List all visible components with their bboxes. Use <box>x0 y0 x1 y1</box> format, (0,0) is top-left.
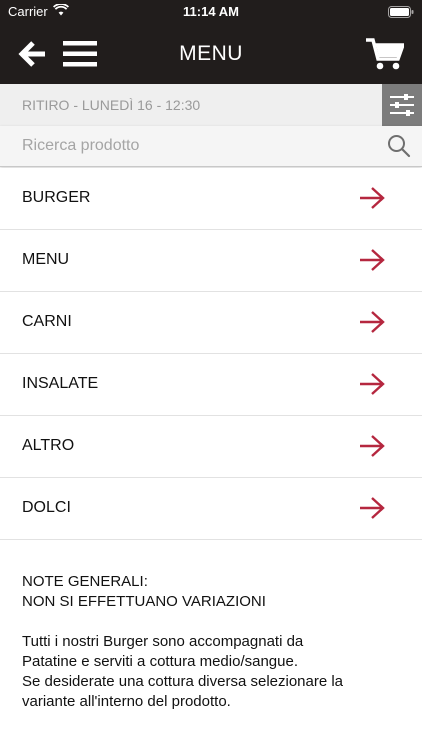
battery-icon <box>388 6 414 21</box>
category-label: BURGER <box>22 189 91 206</box>
arrow-right-icon <box>358 309 386 340</box>
nav-bar: MENU <box>0 24 422 84</box>
general-notes: NOTE GENERALI: NON SI EFFETTUANO VARIAZI… <box>22 572 402 712</box>
pickup-time-label: RITIRO - LUNEDÌ 16 - 12:30 <box>22 97 201 113</box>
arrow-right-icon <box>358 185 386 216</box>
clock: 11:14 AM <box>183 4 239 19</box>
category-label: MENU <box>22 251 70 268</box>
notes-heading: NOTE GENERALI: <box>22 573 148 590</box>
pickup-time-bar: RITIRO - LUNEDÌ 16 - 12:30 <box>0 84 422 127</box>
notes-text-line: Patatine e serviti a cottura medio/sangu… <box>22 653 298 670</box>
status-bar: Carrier 11:14 AM <box>0 0 422 24</box>
category-label: ALTRO <box>22 437 75 454</box>
page-title: MENU <box>179 42 243 65</box>
category-label: CARNI <box>22 313 72 330</box>
arrow-right-icon <box>358 495 386 526</box>
category-row-insalate[interactable]: INSALATE <box>0 354 422 416</box>
search-input[interactable] <box>22 134 362 158</box>
category-label: INSALATE <box>22 375 99 392</box>
category-row-menu[interactable]: MENU <box>0 230 422 292</box>
category-list: BURGER MENU CARNI INSALATE ALTRO DOLCI <box>0 168 422 540</box>
sliders-icon <box>390 94 414 116</box>
category-row-carni[interactable]: CARNI <box>0 292 422 354</box>
arrow-right-icon <box>358 371 386 402</box>
category-row-altro[interactable]: ALTRO <box>0 416 422 478</box>
category-label: DOLCI <box>22 499 71 516</box>
search-bar <box>0 126 422 167</box>
category-row-burger[interactable]: BURGER <box>0 168 422 230</box>
search-icon[interactable] <box>386 133 412 164</box>
cart-icon[interactable] <box>366 37 406 76</box>
category-row-dolci[interactable]: DOLCI <box>0 478 422 540</box>
filter-button[interactable] <box>382 84 422 126</box>
arrow-right-icon <box>358 247 386 278</box>
arrow-right-icon <box>358 433 386 464</box>
notes-subheading: NON SI EFFETTUANO VARIAZIONI <box>22 593 266 610</box>
notes-text-line: variante all'interno del prodotto. <box>22 693 231 710</box>
notes-text-line: Tutti i nostri Burger sono accompagnati … <box>22 633 304 650</box>
notes-text-line: Se desiderate una cottura diversa selezi… <box>22 673 344 690</box>
